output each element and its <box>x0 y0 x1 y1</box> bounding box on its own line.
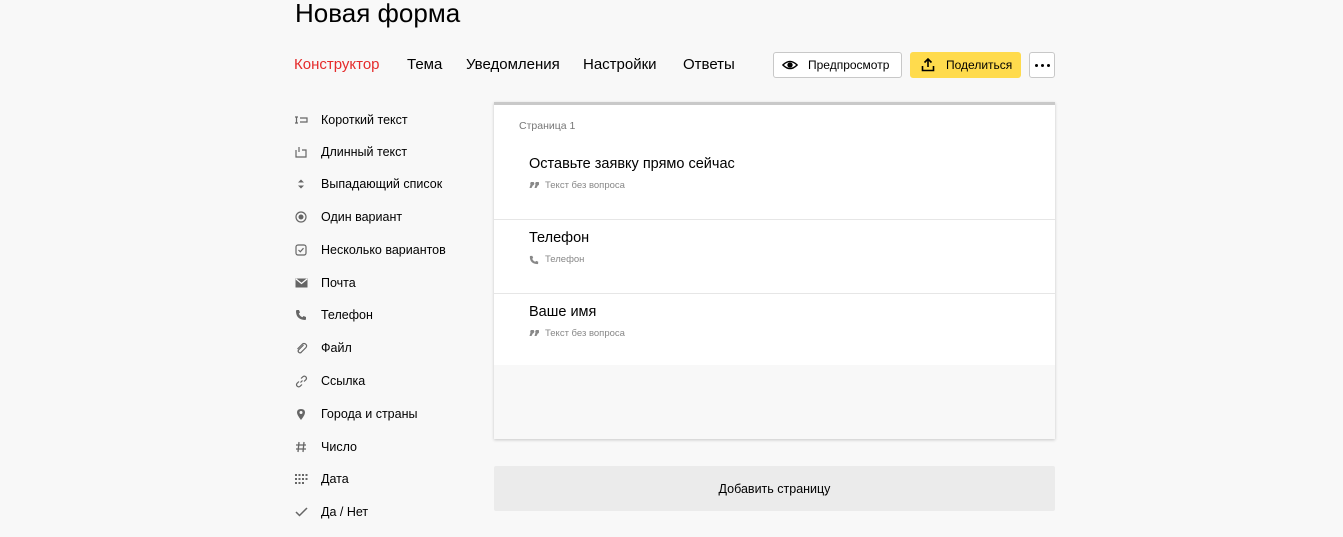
phone-icon <box>529 255 539 265</box>
dropdown-icon <box>294 177 308 191</box>
share-button-label: Поделиться <box>946 58 1013 72</box>
paperclip-icon <box>294 341 308 355</box>
share-button[interactable]: Поделиться <box>910 52 1021 78</box>
tab-settings[interactable]: Настройки <box>583 56 657 73</box>
preview-button-label: Предпросмотр <box>808 58 890 72</box>
sidebar-item-label: Телефон <box>321 308 373 322</box>
tab-answers[interactable]: Ответы <box>683 56 735 73</box>
sidebar-item-date[interactable]: Дата <box>294 470 349 488</box>
radio-icon <box>294 210 308 224</box>
link-icon <box>294 374 308 388</box>
question-type: Телефон <box>529 254 584 265</box>
quote-icon <box>529 329 539 339</box>
eye-icon <box>782 57 798 73</box>
quote-icon <box>529 181 539 191</box>
sidebar-item-link[interactable]: Ссылка <box>294 372 365 390</box>
phone-icon <box>294 308 308 322</box>
sidebar-item-label: Один вариант <box>321 210 403 224</box>
add-page-button[interactable]: Добавить страницу <box>494 466 1055 511</box>
sidebar-item-short-text[interactable]: Короткий текст <box>294 111 408 129</box>
tab-notifications[interactable]: Уведомления <box>466 56 560 73</box>
question-item[interactable]: Телефон Телефон <box>494 219 1055 294</box>
form-page-card: Страница 1 Оставьте заявку прямо сейчас … <box>494 102 1055 439</box>
sidebar-item-label: Выпадающий список <box>321 177 443 191</box>
sidebar-item-label: Ссылка <box>321 374 366 388</box>
question-item[interactable]: Ваше имя Текст без вопроса <box>494 293 1055 368</box>
sidebar-item-label: Файл <box>321 341 352 355</box>
sidebar-item-label: Да / Нет <box>321 505 369 519</box>
sidebar-item-file[interactable]: Файл <box>294 339 352 357</box>
question-type-label: Текст без вопроса <box>545 328 625 339</box>
sidebar-item-long-text[interactable]: Длинный текст <box>294 143 407 161</box>
page-label: Страница 1 <box>519 120 576 132</box>
sidebar-item-number[interactable]: Число <box>294 438 357 456</box>
page-title: Новая форма <box>295 0 461 28</box>
long-text-icon <box>294 145 308 159</box>
sidebar-item-label: Почта <box>321 276 356 290</box>
sidebar-item-multiple-choice[interactable]: Несколько вариантов <box>294 241 446 259</box>
question-type: Текст без вопроса <box>529 180 625 191</box>
sidebar-item-phone[interactable]: Телефон <box>294 306 373 324</box>
checkbox-icon <box>294 243 308 257</box>
upload-icon <box>920 57 936 73</box>
tab-constructor[interactable]: Конструктор <box>294 56 380 73</box>
sidebar-item-yes-no[interactable]: Да / Нет <box>294 503 368 521</box>
mail-icon <box>294 276 308 290</box>
sidebar-item-label: Короткий текст <box>321 113 408 127</box>
check-icon <box>294 505 308 519</box>
question-title: Оставьте заявку прямо сейчас <box>529 156 735 172</box>
sidebar-item-label: Несколько вариантов <box>321 243 446 257</box>
sidebar-item-email[interactable]: Почта <box>294 274 356 292</box>
sidebar-item-label: Число <box>321 440 357 454</box>
question-item[interactable]: Оставьте заявку прямо сейчас Текст без в… <box>494 145 1055 220</box>
location-pin-icon <box>294 407 308 421</box>
tab-theme[interactable]: Тема <box>407 56 442 73</box>
question-type-label: Телефон <box>545 254 585 265</box>
sidebar-item-label: Дата <box>321 472 349 486</box>
short-text-icon <box>294 113 308 127</box>
question-title: Телефон <box>529 230 590 246</box>
preview-button[interactable]: Предпросмотр <box>773 52 902 78</box>
sidebar-item-label: Города и страны <box>321 407 418 421</box>
hash-icon <box>294 440 308 454</box>
calendar-icon <box>294 472 308 486</box>
sidebar-item-label: Длинный текст <box>321 145 408 159</box>
question-type: Текст без вопроса <box>529 328 625 339</box>
question-title: Ваше имя <box>529 304 597 320</box>
sidebar-item-single-choice[interactable]: Один вариант <box>294 208 402 226</box>
more-button[interactable] <box>1029 52 1055 78</box>
sidebar-item-dropdown[interactable]: Выпадающий список <box>294 175 442 193</box>
page-drop-area <box>494 365 1055 439</box>
more-dots-icon <box>1034 63 1050 67</box>
sidebar-item-cities[interactable]: Города и страны <box>294 405 417 423</box>
question-type-label: Текст без вопроса <box>545 180 625 191</box>
